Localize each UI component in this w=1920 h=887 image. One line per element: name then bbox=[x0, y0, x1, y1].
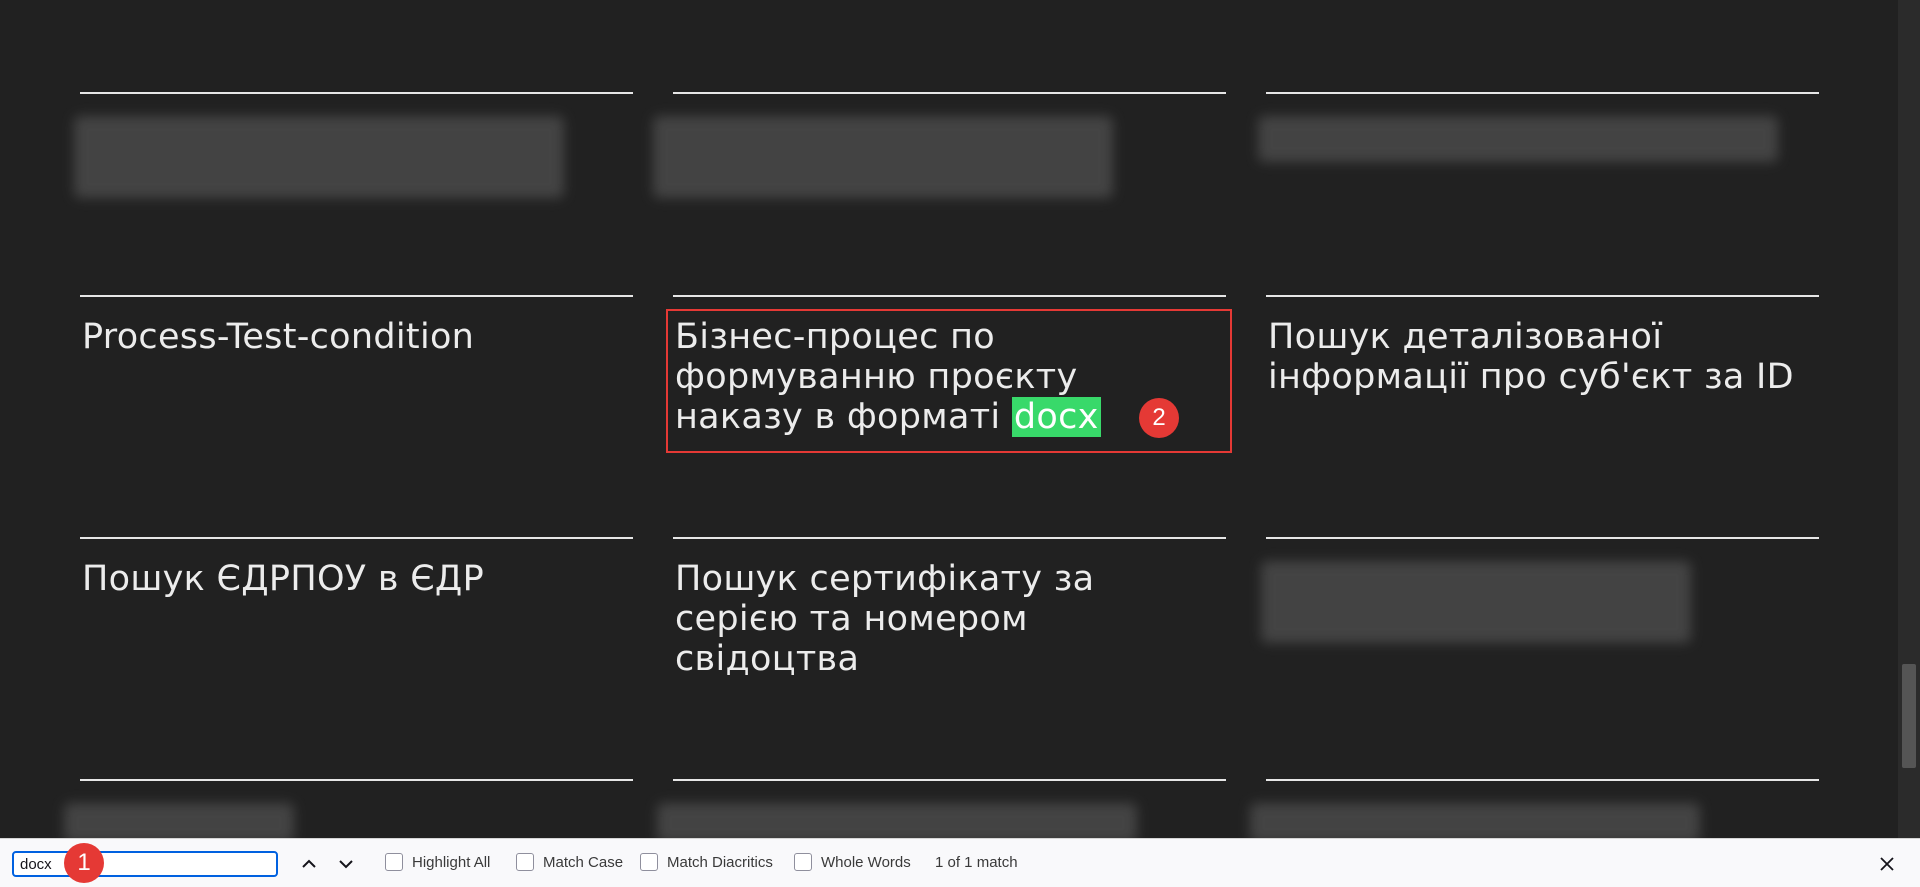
checkbox-label: Match Diacritics bbox=[667, 853, 773, 871]
find-next-button[interactable] bbox=[331, 851, 361, 877]
checkbox-box[interactable] bbox=[794, 853, 812, 871]
blurred-title bbox=[1261, 561, 1691, 643]
match-diacritics-checkbox[interactable]: Match Diacritics bbox=[640, 853, 773, 871]
card-divider bbox=[1266, 537, 1819, 539]
card-divider bbox=[1266, 779, 1819, 781]
blurred-title bbox=[74, 116, 564, 198]
card-title[interactable]: Пошук деталізованої інформації про суб'є… bbox=[1268, 317, 1808, 397]
card-divider bbox=[80, 537, 633, 539]
find-bar: 1 Highlight All Match Case Match Diacrit… bbox=[0, 838, 1920, 887]
close-icon bbox=[1880, 856, 1894, 871]
card-divider bbox=[80, 92, 633, 94]
checkbox-label: Highlight All bbox=[412, 853, 491, 871]
card-title[interactable]: Пошук сертифікату за серією та номером с… bbox=[675, 559, 1215, 679]
blurred-title bbox=[1258, 116, 1778, 162]
page-content: Process-Test-condition Бізнес-процес по … bbox=[0, 0, 1898, 838]
blurred-title bbox=[657, 803, 1137, 838]
card-divider bbox=[80, 779, 633, 781]
checkbox-label: Match Case bbox=[543, 853, 624, 871]
checkbox-label: Whole Words bbox=[821, 853, 911, 871]
card-divider bbox=[1266, 92, 1819, 94]
card-divider bbox=[673, 92, 1226, 94]
card-title[interactable]: Пошук ЄДРПОУ в ЄДР bbox=[82, 559, 622, 599]
whole-words-checkbox[interactable]: Whole Words bbox=[794, 853, 911, 871]
annotation-badge-2: 2 bbox=[1139, 398, 1179, 438]
card-divider bbox=[1266, 295, 1819, 297]
chevron-up-icon bbox=[302, 859, 316, 868]
checkbox-box[interactable] bbox=[385, 853, 403, 871]
match-count: 1 of 1 match bbox=[935, 854, 1018, 871]
card-divider bbox=[80, 295, 633, 297]
highlight-all-checkbox[interactable]: Highlight All bbox=[385, 853, 490, 871]
match-case-checkbox[interactable]: Match Case bbox=[516, 853, 623, 871]
checkbox-box[interactable] bbox=[640, 853, 658, 871]
blurred-title bbox=[1250, 803, 1700, 838]
page-scrollbar[interactable] bbox=[1898, 0, 1920, 838]
checkbox-box[interactable] bbox=[516, 853, 534, 871]
blurred-title bbox=[653, 116, 1113, 198]
blurred-title bbox=[64, 803, 294, 838]
card-divider bbox=[673, 295, 1226, 297]
find-input[interactable] bbox=[12, 851, 278, 877]
card-divider bbox=[673, 779, 1226, 781]
card-divider bbox=[673, 537, 1226, 539]
find-previous-button[interactable] bbox=[294, 851, 324, 877]
card-title[interactable]: Process-Test-condition bbox=[82, 317, 622, 357]
close-find-bar-button[interactable] bbox=[1872, 851, 1900, 879]
chevron-down-icon bbox=[339, 860, 353, 869]
scrollbar-thumb[interactable] bbox=[1902, 664, 1916, 768]
annotation-badge-1: 1 bbox=[64, 843, 104, 883]
